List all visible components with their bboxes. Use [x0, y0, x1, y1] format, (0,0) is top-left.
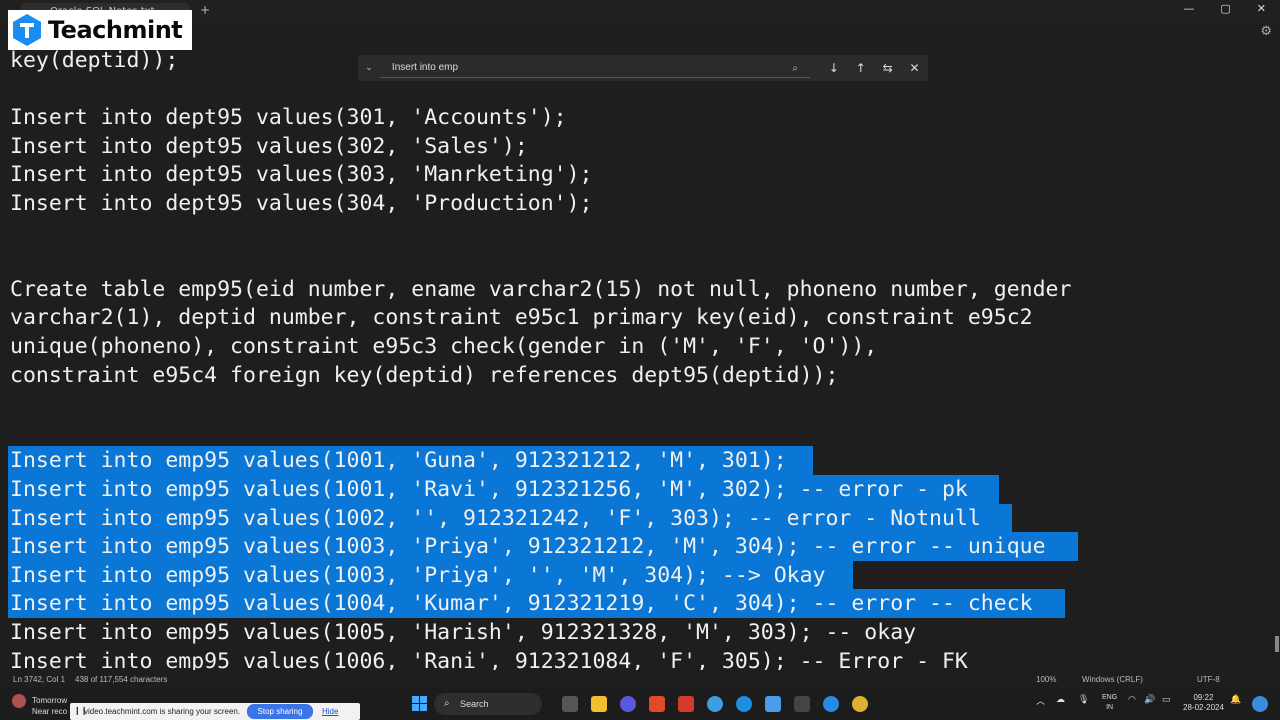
text-editor[interactable]: key(deptid)); Insert into dept95 values(3… [0, 46, 1272, 670]
teams-icon[interactable] [620, 696, 636, 712]
vertical-scrollbar[interactable] [1272, 46, 1280, 670]
find-bar: ⌄ ⌕ ↓ ↑ ⇆ ✕ [358, 55, 928, 81]
copilot-icon[interactable] [1252, 696, 1268, 712]
browser-icon[interactable] [823, 696, 839, 712]
minimize-button[interactable]: — [1183, 2, 1194, 15]
volume-icon[interactable]: 🔊 [1144, 694, 1155, 705]
stop-sharing-button[interactable]: Stop sharing [247, 704, 313, 719]
lang-code: ENG [1102, 694, 1118, 701]
find-expand-chevron-icon[interactable]: ⌄ [358, 63, 380, 73]
hide-link[interactable]: Hide [322, 707, 338, 716]
character-count: 438 of 117,554 characters [75, 675, 168, 684]
taskbar-search-label: Search [460, 699, 489, 709]
wifi-icon[interactable]: ◠ [1128, 694, 1136, 705]
weather-icon [12, 694, 26, 708]
chrome-icon[interactable] [852, 696, 868, 712]
editor-line[interactable]: Insert into dept95 values(303, 'Manrketi… [10, 160, 592, 189]
editor-line[interactable]: Insert into emp95 values(1002, '', 91232… [10, 504, 981, 533]
windows-taskbar: Tomorrow Near reco ❙❙ video.teachmint.com… [0, 688, 1280, 720]
editor-line[interactable]: Create table emp95(eid number, ename var… [10, 275, 1071, 304]
editor-line[interactable]: Insert into emp95 values(1006, 'Rani', 9… [10, 647, 968, 670]
editor-line[interactable]: varchar2(1), deptid number, constraint e… [10, 303, 1033, 332]
teachmint-logo-icon [13, 14, 41, 46]
editor-line[interactable]: key(deptid)); [10, 46, 178, 75]
window-titlebar: Oracle SQL Notes.txt + — ▢ ✕ [0, 0, 1280, 22]
cursor-position: Ln 3742, Col 1 [13, 675, 66, 684]
language-indicator[interactable]: ENG IN [1102, 693, 1117, 713]
tray-expand-chevron-icon[interactable]: ︿ [1036, 694, 1045, 707]
lang-region: IN [1106, 704, 1114, 711]
file-explorer-icon[interactable] [591, 696, 607, 712]
status-bar: Ln 3742, Col 1 438 of 117,554 characters… [0, 670, 1280, 688]
find-replace-toggle-button[interactable]: ⇆ [874, 61, 901, 75]
weather-line1: Tomorrow [32, 696, 68, 705]
notification-bell-icon[interactable]: 🔔 [1230, 694, 1241, 705]
find-search-icon: ⌕ [792, 62, 799, 74]
powerpoint-icon[interactable] [678, 696, 694, 712]
editor-line[interactable]: constraint e95c4 foreign key(deptid) ref… [10, 361, 838, 390]
editor-line[interactable]: Insert into emp95 values(1001, 'Ravi', 9… [10, 475, 968, 504]
share-message: video.teachmint.com is sharing your scre… [84, 707, 241, 716]
weather-line2: Near reco [32, 707, 68, 716]
editor-line[interactable]: Insert into emp95 values(1005, 'Harish',… [10, 618, 916, 647]
line-ending[interactable]: Windows (CRLF) [1082, 675, 1143, 684]
notepad-icon[interactable] [765, 696, 781, 712]
screen-share-banner: ❙❙ video.teachmint.com is sharing your s… [70, 703, 360, 720]
chrome-alt-icon[interactable] [707, 696, 723, 712]
taskbar-search[interactable]: ⌕ Search [434, 693, 542, 715]
editor-line[interactable]: Insert into dept95 values(301, 'Accounts… [10, 103, 567, 132]
editor-line[interactable]: Insert into emp95 values(1003, 'Priya', … [10, 561, 825, 590]
zoom-level[interactable]: 100% [1036, 675, 1056, 684]
maximize-button[interactable]: ▢ [1220, 2, 1230, 15]
microphone-icon[interactable]: 🎙 [1078, 694, 1089, 705]
battery-icon[interactable]: ▭ [1162, 694, 1171, 705]
encoding[interactable]: UTF-8 [1197, 675, 1220, 684]
new-tab-button[interactable]: + [200, 3, 210, 17]
editor-line[interactable]: Insert into dept95 values(302, 'Sales'); [10, 132, 528, 161]
editor-line[interactable]: Insert into emp95 values(1001, 'Guna', 9… [10, 446, 787, 475]
teachmint-logo: Teachmint [8, 10, 192, 50]
taskbar-clock[interactable]: 09:22 28-02-2024 [1183, 693, 1224, 713]
editor-line[interactable]: Insert into dept95 values(304, 'Producti… [10, 189, 592, 218]
close-window-button[interactable]: ✕ [1257, 2, 1266, 15]
find-input[interactable] [379, 58, 811, 78]
editor-line[interactable]: Insert into emp95 values(1004, 'Kumar', … [10, 589, 1033, 618]
clock-time: 09:22 [1193, 693, 1214, 702]
window-controls: — ▢ ✕ [1183, 2, 1266, 15]
find-next-button[interactable]: ↓ [820, 61, 847, 75]
settings-gear-icon[interactable]: ⚙ [1260, 24, 1272, 39]
find-close-button[interactable]: ✕ [901, 61, 928, 75]
clock-date: 28-02-2024 [1183, 703, 1224, 712]
scrollbar-thumb[interactable] [1275, 636, 1279, 652]
editor-line[interactable]: unique(phoneno), constraint e95c3 check(… [10, 332, 877, 361]
task-view-icon[interactable] [562, 696, 578, 712]
editor-line[interactable]: Insert into emp95 values(1003, 'Priya', … [10, 532, 1046, 561]
terminal-icon[interactable] [794, 696, 810, 712]
windows-start-icon[interactable] [412, 696, 427, 711]
search-icon: ⌕ [444, 698, 450, 709]
office-icon[interactable] [649, 696, 665, 712]
tray-cloud-icon[interactable]: ☁ [1056, 694, 1065, 705]
edge-icon[interactable] [736, 696, 752, 712]
find-previous-button[interactable]: ↑ [847, 61, 874, 75]
teachmint-logo-text: Teachmint [48, 16, 183, 44]
